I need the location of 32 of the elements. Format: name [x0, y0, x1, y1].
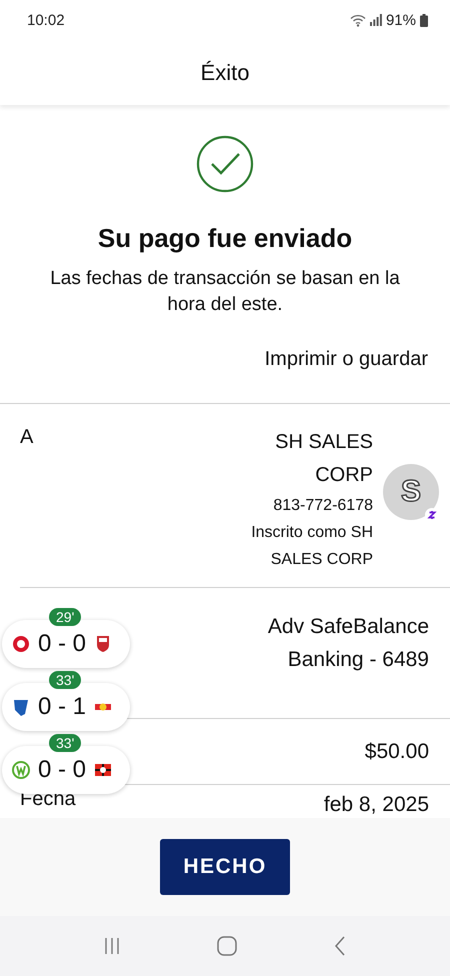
team-crest-icon	[12, 635, 30, 653]
team-crest-icon	[12, 761, 30, 779]
detail-label: A	[20, 426, 34, 448]
checkmark-circle-icon	[196, 135, 254, 193]
battery-icon	[420, 14, 428, 26]
back-icon	[334, 936, 346, 956]
timezone-note: Las fechas de transacción se basan en la hora del este.	[49, 267, 401, 318]
signal-icon	[370, 14, 382, 26]
wifi-icon	[350, 14, 366, 26]
home-icon	[216, 936, 237, 956]
recent-apps-icon	[104, 937, 120, 955]
success-heading: Su pago fue enviado	[98, 223, 352, 254]
avatar-initial: S	[400, 475, 421, 510]
screen-title: Éxito	[200, 60, 250, 86]
match-minute-badge: 33'	[49, 671, 82, 689]
print-save-link[interactable]: Imprimir o guardar	[264, 348, 428, 372]
battery-percent: 91%	[386, 12, 416, 28]
done-button[interactable]: HECHO	[160, 839, 290, 895]
match-score: 0 - 0	[38, 630, 86, 658]
match-score: 0 - 1	[38, 693, 86, 721]
detail-value: $50.00	[364, 739, 429, 766]
team-crest-icon	[12, 698, 30, 716]
detail-value: feb 8, 2025	[324, 792, 429, 818]
match-minute-badge: 33'	[49, 734, 82, 752]
payee-phone: 813-772-6178	[272, 496, 373, 516]
match-minute-badge: 29'	[49, 608, 82, 626]
team-crest-icon	[94, 761, 112, 779]
match-score: 0 - 0	[38, 756, 86, 784]
enrolled-name: Inscrito como SH SALES CORP	[250, 523, 373, 570]
detail-value: Adv SafeBalance Banking - 6489	[266, 614, 429, 674]
payee-name: SH SALES CORP	[274, 430, 373, 488]
status-time: 10:02	[27, 12, 65, 28]
